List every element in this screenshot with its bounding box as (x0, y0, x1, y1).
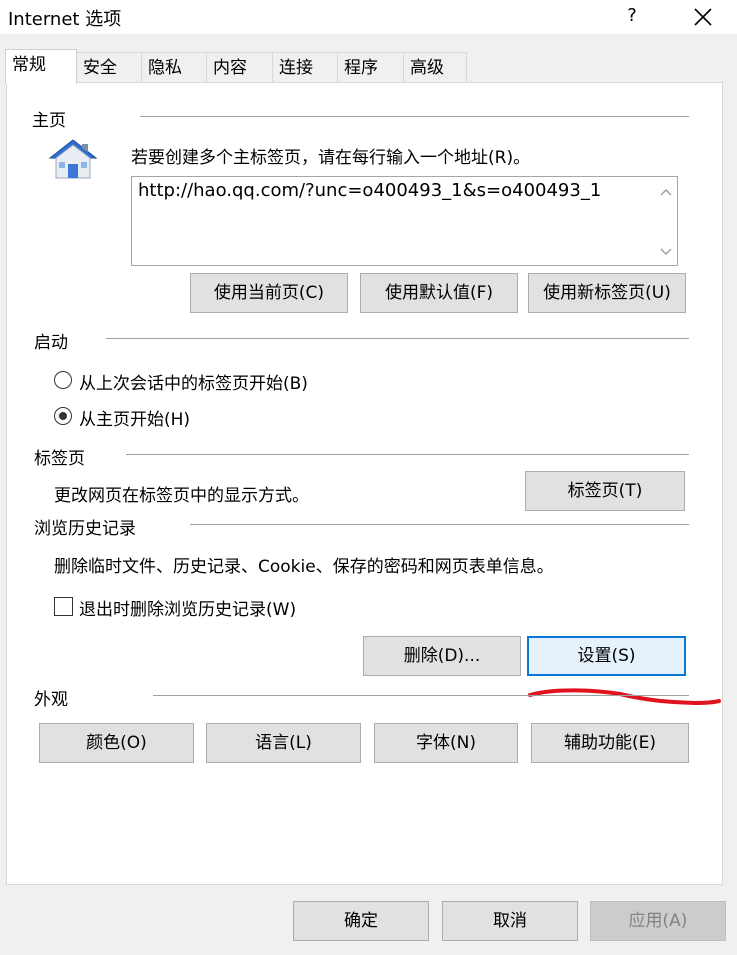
startup-divider (106, 338, 689, 339)
history-description: 删除临时文件、历史记录、Cookie、保存的密码和网页表单信息。 (54, 557, 554, 577)
window-title: Internet 选项 (8, 9, 122, 30)
fonts-button[interactable]: 字体(N) (374, 723, 518, 763)
homepage-instruction: 若要创建多个主标签页，请在每行输入一个地址(R)。 (131, 148, 531, 168)
accessibility-button[interactable]: 辅助功能(E) (531, 723, 689, 763)
tabs-settings-button[interactable]: 标签页(T) (525, 471, 685, 511)
radio-homepage[interactable] (54, 407, 72, 425)
apply-button[interactable]: 应用(A) (590, 901, 726, 941)
radio-last-session[interactable] (54, 371, 72, 389)
tabs-group-title: 标签页 (34, 449, 85, 469)
homepage-url-textarea[interactable]: http://hao.qq.com/?unc=o400493_1&s=o4004… (131, 176, 678, 266)
cancel-button[interactable]: 取消 (442, 901, 578, 941)
tab-connections[interactable]: 连接 (272, 52, 338, 82)
scroll-down-icon[interactable] (655, 241, 677, 261)
tabs-description: 更改网页在标签页中的显示方式。 (54, 486, 309, 506)
use-new-tab-button[interactable]: 使用新标签页(U) (528, 273, 686, 313)
delete-history-on-exit-checkbox[interactable] (54, 597, 73, 616)
radio-homepage-label[interactable]: 从主页开始(H) (79, 405, 190, 430)
close-button[interactable] (678, 0, 728, 34)
colors-button[interactable]: 颜色(O) (39, 723, 194, 763)
homepage-divider (140, 116, 689, 117)
tab-content[interactable]: 内容 (206, 52, 273, 82)
languages-button[interactable]: 语言(L) (206, 723, 361, 763)
help-button[interactable]: ? (614, 0, 650, 34)
ok-button[interactable]: 确定 (293, 901, 429, 941)
house-icon (48, 138, 98, 182)
textarea-scrollbar[interactable] (655, 177, 677, 265)
homepage-url-value: http://hao.qq.com/?unc=o400493_1&s=o4004… (138, 180, 602, 201)
radio-last-session-label[interactable]: 从上次会话中的标签页开始(B) (79, 369, 308, 394)
history-settings-button[interactable]: 设置(S) (527, 636, 686, 676)
appearance-divider (153, 695, 689, 696)
scroll-up-icon[interactable] (655, 183, 677, 203)
tab-security[interactable]: 安全 (76, 52, 142, 82)
homepage-group-title: 主页 (32, 111, 66, 131)
red-underline-annotation (528, 688, 721, 706)
delete-history-on-exit-label[interactable]: 退出时删除浏览历史记录(W) (79, 595, 296, 620)
tabs-divider (126, 454, 689, 455)
history-group-title: 浏览历史记录 (34, 519, 136, 539)
close-icon (694, 8, 712, 26)
tab-privacy[interactable]: 隐私 (141, 52, 207, 82)
tab-advanced[interactable]: 高级 (403, 52, 467, 82)
tab-programs[interactable]: 程序 (337, 52, 404, 82)
history-divider (190, 524, 689, 525)
use-current-button[interactable]: 使用当前页(C) (190, 273, 348, 313)
use-default-button[interactable]: 使用默认值(F) (360, 273, 518, 313)
appearance-group-title: 外观 (34, 690, 68, 710)
tab-general[interactable]: 常规 (5, 49, 77, 84)
delete-history-button[interactable]: 删除(D)... (363, 636, 521, 676)
startup-group-title: 启动 (34, 333, 68, 353)
